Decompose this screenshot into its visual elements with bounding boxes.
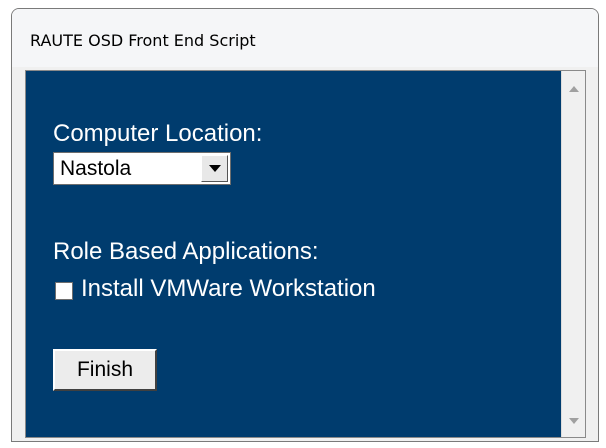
computer-location-select[interactable]: Nastola — [53, 152, 231, 185]
install-vmware-label[interactable]: Install VMWare Workstation — [81, 275, 376, 303]
install-vmware-checkbox[interactable] — [55, 282, 73, 300]
scroll-up-button[interactable] — [562, 77, 585, 101]
form-panel: Computer Location: Nastola Role Based Ap… — [26, 71, 561, 437]
scroll-down-button[interactable] — [562, 409, 585, 433]
role-based-applications-label: Role Based Applications: — [53, 238, 319, 265]
computer-location-value: Nastola — [60, 157, 132, 180]
content-frame: Computer Location: Nastola Role Based Ap… — [25, 70, 586, 438]
dropdown-button[interactable] — [201, 155, 228, 182]
window-title: RAUTE OSD Front End Script — [30, 31, 256, 50]
chevron-down-icon — [209, 165, 221, 172]
computer-location-label: Computer Location: — [53, 120, 263, 147]
title-bar[interactable]: RAUTE OSD Front End Script — [12, 9, 598, 67]
scroll-up-arrow-icon — [569, 86, 579, 92]
scroll-track[interactable] — [562, 101, 585, 407]
vertical-scrollbar[interactable] — [561, 71, 585, 437]
scroll-down-arrow-icon — [569, 418, 579, 424]
app-window: RAUTE OSD Front End Script Computer Loca… — [11, 8, 599, 442]
finish-button[interactable]: Finish — [53, 349, 157, 391]
